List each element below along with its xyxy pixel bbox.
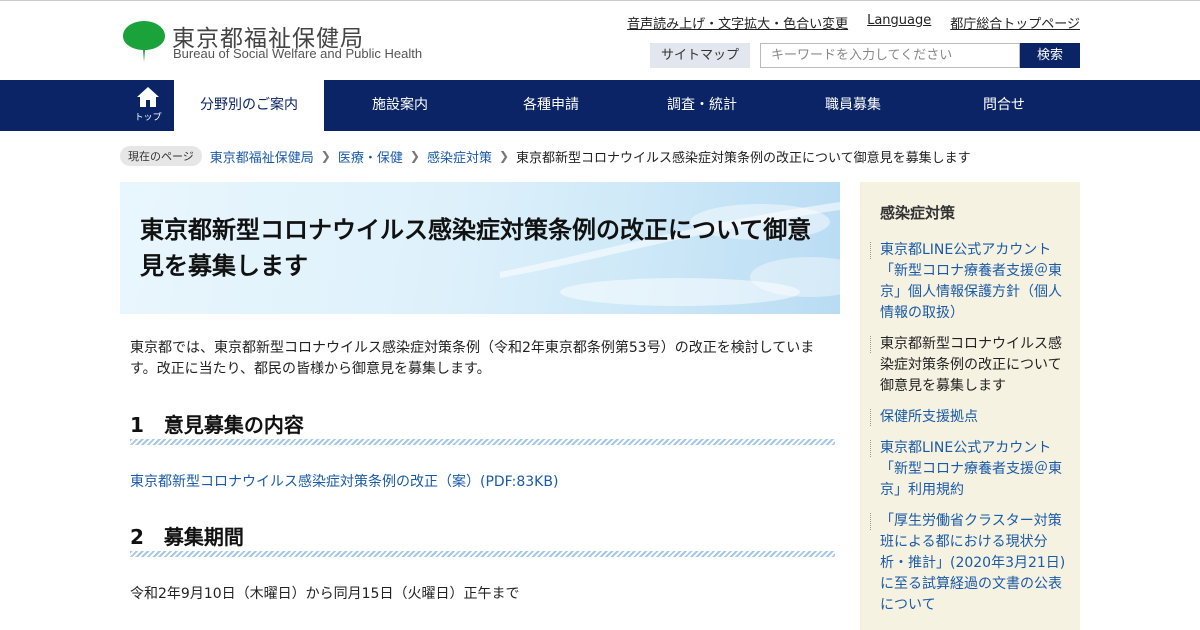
section-heading-content: 1 意見募集の内容 xyxy=(130,413,304,437)
chevron-right-icon: ❯ xyxy=(498,149,510,163)
pdf-link[interactable]: 東京都新型コロナウイルス感染症対策条例の改正（案）(PDF:83KB) xyxy=(130,471,558,491)
ginkgo-logo-icon[interactable] xyxy=(122,20,166,64)
sidebar-current-item: 東京都新型コロナウイルス感染症対策条例の改正について御意見を募集します xyxy=(880,336,1062,394)
language-link[interactable]: Language xyxy=(867,13,931,32)
page-title-banner: 東京都新型コロナウイルス感染症対策条例の改正について御意見を募集します xyxy=(120,182,840,314)
nav-item-statistics[interactable]: 調査・統計 xyxy=(626,80,778,131)
nav-home-label: トップ xyxy=(134,113,162,123)
sidebar-link-cluster-report[interactable]: 「厚生労働省クラスター対策班による都における現状分析・推計」(2020年3月21… xyxy=(880,513,1065,613)
search-input[interactable] xyxy=(760,43,1020,68)
heading-underline xyxy=(130,439,835,445)
sidebar-link-line-privacy[interactable]: 東京都LINE公式アカウント「新型コロナ療養者支援＠東京」個人情報保護方針（個人… xyxy=(880,242,1062,321)
intro-text: 東京都では、東京都新型コロナウイルス感染症対策条例（令和2年東京都条例第53号）… xyxy=(130,340,815,377)
breadcrumb: 現在のページ 東京都福祉保健局 ❯ 医療・保健 ❯ 感染症対策 ❯ 東京都新型コ… xyxy=(120,146,971,166)
period-text: 令和2年9月10日（木曜日）から同月15日（火曜日）正午まで xyxy=(130,586,520,602)
sitemap-button[interactable]: サイトマップ xyxy=(650,43,750,68)
sidebar-item: 保健所支援拠点 xyxy=(870,407,1070,428)
breadcrumb-link-infection[interactable]: 感染症対策 xyxy=(427,147,492,166)
sidebar: 感染症対策 東京都LINE公式アカウント「新型コロナ療養者支援＠東京」個人情報保… xyxy=(860,182,1080,630)
heading-underline xyxy=(130,551,835,557)
sidebar-title: 感染症対策 xyxy=(880,204,956,222)
chevron-right-icon: ❯ xyxy=(409,149,420,163)
sidebar-item: 東京都LINE公式アカウント「新型コロナ療養者支援＠東京」個人情報保護方針（個人… xyxy=(870,240,1070,324)
sidebar-item: 東京都新型コロナウイルス感染症対策条例の改正について御意見を募集します xyxy=(870,334,1070,397)
nav-item-applications[interactable]: 各種申請 xyxy=(476,80,626,131)
sidebar-link-line-terms[interactable]: 東京都LINE公式アカウント「新型コロナ療養者支援＠東京」利用規約 xyxy=(880,440,1062,498)
utility-links: 音声読み上げ・文字拡大・色合い変更 Language 都庁総合トップページ xyxy=(627,13,1080,32)
breadcrumb-label: 現在のページ xyxy=(120,146,202,166)
sidebar-item: 東京都LINE公式アカウント「新型コロナ療養者支援＠東京」利用規約 xyxy=(870,438,1070,501)
page-title: 東京都新型コロナウイルス感染症対策条例の改正について御意見を募集します xyxy=(140,216,812,280)
top-border xyxy=(0,0,1200,1)
accessibility-link[interactable]: 音声読み上げ・文字拡大・色合い変更 xyxy=(627,13,848,32)
home-icon xyxy=(137,87,159,107)
sidebar-link-health-center[interactable]: 保健所支援拠点 xyxy=(880,409,978,425)
nav-item-contact[interactable]: 問合せ xyxy=(928,80,1080,131)
global-nav: トップ 分野別のご案内 施設案内 各種申請 調査・統計 職員募集 問合せ xyxy=(0,80,1200,131)
breadcrumb-link-bureau[interactable]: 東京都福祉保健局 xyxy=(210,147,314,166)
site-logo-subtitle[interactable]: Bureau of Social Welfare and Public Heal… xyxy=(173,46,422,61)
section-heading-period: 2 募集期間 xyxy=(130,525,244,549)
sidebar-list: 東京都LINE公式アカウント「新型コロナ療養者支援＠東京」個人情報保護方針（個人… xyxy=(870,240,1070,626)
chevron-right-icon: ❯ xyxy=(320,149,331,163)
breadcrumb-current: 東京都新型コロナウイルス感染症対策条例の改正について御意見を募集します xyxy=(516,150,971,166)
tokyo-top-link[interactable]: 都庁総合トップページ xyxy=(950,13,1080,32)
nav-item-facilities[interactable]: 施設案内 xyxy=(324,80,476,131)
search-button[interactable]: 検索 xyxy=(1020,43,1080,68)
nav-item-fields[interactable]: 分野別のご案内 xyxy=(174,80,324,131)
nav-home[interactable]: トップ xyxy=(122,80,174,131)
sidebar-item: 「厚生労働省クラスター対策班による都における現状分析・推計」(2020年3月21… xyxy=(870,511,1070,616)
breadcrumb-link-medical[interactable]: 医療・保健 xyxy=(338,147,403,166)
nav-item-recruitment[interactable]: 職員募集 xyxy=(778,80,928,131)
